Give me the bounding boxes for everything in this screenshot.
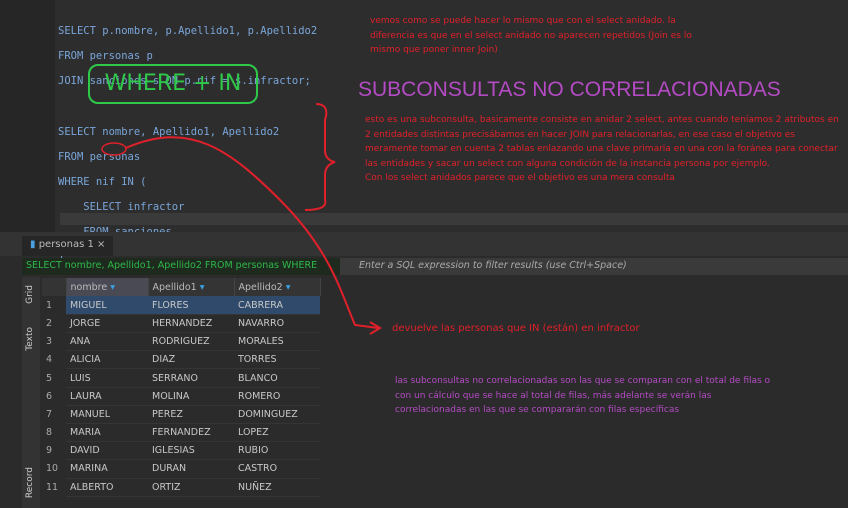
brace-annotation [304,103,336,211]
in-circle-annotation [101,142,127,156]
annotation-drawings [101,103,382,335]
arrow-annotation [125,136,379,329]
